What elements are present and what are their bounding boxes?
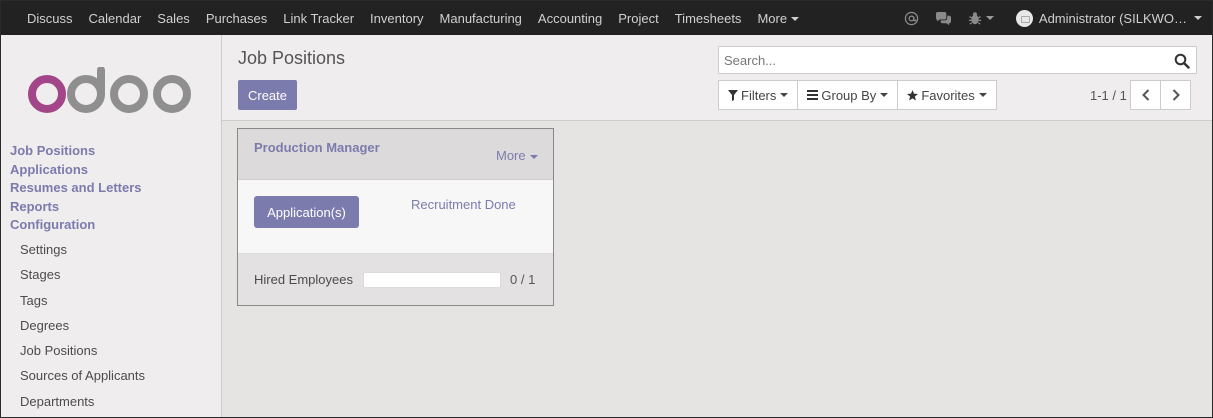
sidebar: Job Positions Applications Resumes and L… <box>1 35 222 417</box>
hired-employees-label: Hired Employees <box>254 272 353 287</box>
menu-item-discuss[interactable]: Discuss <box>19 11 81 26</box>
pager-previous-button[interactable] <box>1130 80 1161 110</box>
sidebar-sections: Job Positions Applications Resumes and L… <box>10 142 142 235</box>
card-body: Application(s) Recruitment Done <box>238 180 553 253</box>
menu-item-sales[interactable]: Sales <box>149 11 198 26</box>
user-menu[interactable]: Administrator (SILKWO… <box>1015 9 1202 27</box>
sidebar-item-job-positions[interactable]: Job Positions <box>10 142 142 161</box>
pager-buttons <box>1130 80 1191 110</box>
hired-progress-text: 0 / 1 <box>510 272 536 287</box>
group-by-dropdown[interactable]: Group By <box>797 80 899 110</box>
card-footer: Hired Employees 0 / 1 <box>238 253 553 305</box>
sidebar-item-degrees[interactable]: Degrees <box>20 313 145 338</box>
systray: Administrator (SILKWO… <box>888 1 1202 35</box>
applications-button[interactable]: Application(s) <box>254 196 359 228</box>
search-options: Filters Group By Favorites <box>718 80 997 110</box>
star-icon <box>907 89 919 101</box>
at-sign-icon[interactable] <box>904 11 919 26</box>
search-icon[interactable] <box>1174 53 1190 69</box>
user-name: Administrator (SILKWO… <box>1038 10 1187 26</box>
create-button[interactable]: Create <box>238 80 297 110</box>
debug-bug-dropdown[interactable] <box>968 11 994 26</box>
sidebar-item-reports[interactable]: Reports <box>10 198 142 217</box>
sidebar-item-departments[interactable]: Departments <box>20 389 145 414</box>
chevron-down-icon <box>529 154 538 159</box>
sidebar-item-applications[interactable]: Applications <box>10 161 142 180</box>
card-header: Production Manager More <box>238 129 553 180</box>
favorites-dropdown[interactable]: Favorites <box>897 80 997 110</box>
card-title[interactable]: Production Manager <box>254 140 380 155</box>
card-more-dropdown[interactable]: More <box>496 148 538 163</box>
sidebar-item-resumes-and-letters[interactable]: Resumes and Letters <box>10 179 142 198</box>
top-navbar: Discuss Calendar Sales Purchases Link Tr… <box>1 1 1212 35</box>
menu-item-inventory[interactable]: Inventory <box>362 11 431 26</box>
odoo-logo <box>28 67 191 113</box>
chevron-right-icon <box>1172 89 1180 101</box>
pager-next-button[interactable] <box>1160 80 1191 110</box>
search-bar <box>718 46 1197 74</box>
sidebar-item-stages[interactable]: Stages <box>20 262 145 287</box>
card-more-label: More <box>496 148 526 163</box>
sidebar-config-items: Settings Stages Tags Degrees Job Positio… <box>20 237 145 414</box>
filter-icon <box>728 89 738 101</box>
page-title: Job Positions <box>238 48 346 68</box>
chevron-left-icon <box>1141 89 1149 101</box>
pager-value[interactable]: 1-1 / 1 <box>1090 88 1127 103</box>
sidebar-item-configuration[interactable]: Configuration <box>10 216 142 235</box>
recruitment-done-link[interactable]: Recruitment Done <box>411 197 516 212</box>
avatar <box>1015 9 1033 27</box>
job-position-card[interactable]: Production Manager More Application(s) R… <box>237 128 554 306</box>
favorites-label: Favorites <box>921 87 975 103</box>
control-panel: Job Positions Create Filters Group By Fa… <box>222 35 1212 121</box>
filters-dropdown[interactable]: Filters <box>718 80 799 110</box>
sidebar-item-config-job-positions[interactable]: Job Positions <box>20 338 145 363</box>
chevron-down-icon <box>978 93 987 97</box>
menu-item-timesheets[interactable]: Timesheets <box>667 11 750 26</box>
menu-item-link-tracker[interactable]: Link Tracker <box>275 11 362 26</box>
filters-label: Filters <box>741 87 777 103</box>
chevron-down-icon <box>985 16 994 20</box>
app-menu: Discuss Calendar Sales Purchases Link Tr… <box>19 1 807 35</box>
chevron-down-icon <box>780 93 789 97</box>
menu-more-dropdown[interactable]: More <box>749 11 807 26</box>
hired-progress-bar <box>363 272 501 288</box>
list-icon <box>807 90 819 100</box>
chevron-down-icon <box>880 93 889 97</box>
app-window: Discuss Calendar Sales Purchases Link Tr… <box>0 0 1213 418</box>
menu-item-manufacturing[interactable]: Manufacturing <box>432 11 530 26</box>
group-by-label: Group By <box>821 87 877 103</box>
sidebar-item-settings[interactable]: Settings <box>20 237 145 262</box>
menu-item-calendar[interactable]: Calendar <box>81 11 150 26</box>
sidebar-item-tags[interactable]: Tags <box>20 288 145 313</box>
chevron-down-icon <box>1194 16 1202 20</box>
menu-more-label: More <box>757 10 788 26</box>
sidebar-item-sources-of-applicants[interactable]: Sources of Applicants <box>20 363 145 388</box>
search-input[interactable] <box>724 50 1164 70</box>
menu-item-accounting[interactable]: Accounting <box>530 11 610 26</box>
bug-icon <box>968 11 981 25</box>
menu-item-project[interactable]: Project <box>610 11 666 26</box>
chevron-down-icon <box>791 17 800 22</box>
chat-bubbles-icon[interactable] <box>935 11 952 26</box>
menu-item-purchases[interactable]: Purchases <box>198 11 275 26</box>
